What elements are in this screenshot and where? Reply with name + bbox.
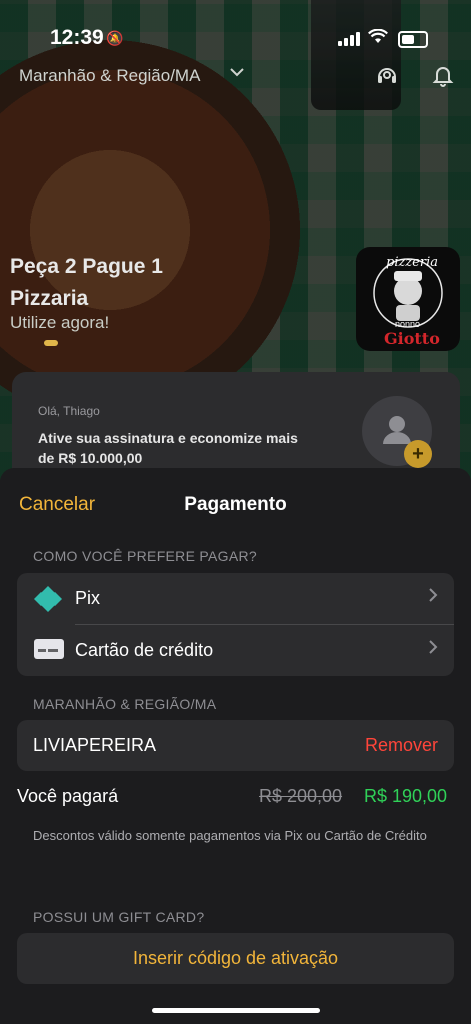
chevron-right-icon [428,587,438,608]
payment-option-label: Pix [75,588,101,608]
payment-option-label: Cartão de crédito [75,640,214,660]
greeting-text: Olá, Thiago [38,404,100,418]
cellular-signal-icon [338,32,360,46]
you-pay-label: Você pagará [17,786,119,806]
chevron-down-icon[interactable] [230,64,244,81]
carousel-indicator [44,340,58,346]
wifi-icon [368,28,388,49]
payment-option-pix[interactable]: Pix [17,573,454,625]
pix-icon [33,585,63,618]
restaurant-logo[interactable]: pizzeria nonno Giotto [356,247,460,351]
payment-option-credit-card[interactable]: Cartão de crédito [17,625,454,676]
logo-text-pizzeria: pizzeria [386,255,438,270]
add-photo-plus-icon[interactable]: + [404,440,432,468]
bell-icon[interactable] [431,63,455,87]
coupon-row: LIVIAPEREIRA Remover [17,720,454,771]
home-indicator[interactable] [152,1008,320,1013]
remove-coupon-button[interactable]: Remover [365,735,438,756]
original-price: R$ 200,00 [259,786,343,806]
gift-card-section-label: POSSUI UM GIFT CARD? [33,909,205,925]
logo-text-nonno: nonno [395,319,421,329]
status-time: 12:39 [50,26,104,49]
coupon-group: LIVIAPEREIRA Remover [17,720,454,771]
wine-bottle-image [311,0,401,110]
subscription-text: Ative sua assinatura e economize mais de… [38,430,298,466]
payment-methods-list: Pix Cartão de crédito [17,573,454,676]
coupon-code: LIVIAPEREIRA [33,735,157,755]
support-headset-icon[interactable] [375,63,399,87]
discount-note: Descontos válido somente pagamentos via … [33,828,427,843]
location-selector[interactable]: Maranhão & Região/MA [19,66,200,86]
promo-title: Peça 2 Pague 1 Pizzaria [10,255,163,310]
bell-slash-icon: 🔕 [106,30,124,46]
payment-section-label: COMO VOCÊ PREFERE PAGAR? [33,548,257,564]
battery-icon [398,31,428,48]
logo-text-giotto: Giotto [384,329,440,348]
status-bar: 12:39 🔕 [0,26,471,52]
payment-sheet: Cancelar Pagamento COMO VOCÊ PREFERE PAG… [0,468,471,1024]
insert-activation-code-button[interactable]: Inserir código de ativação [17,933,454,984]
promo-subtitle: Utilize agora! [10,313,110,332]
discounted-price: R$ 190,00 [364,786,448,806]
credit-card-icon [33,637,65,666]
sheet-title: Pagamento [184,494,287,515]
region-section-label: MARANHÃO & REGIÃO/MA [33,696,217,712]
chevron-right-icon [428,639,438,660]
